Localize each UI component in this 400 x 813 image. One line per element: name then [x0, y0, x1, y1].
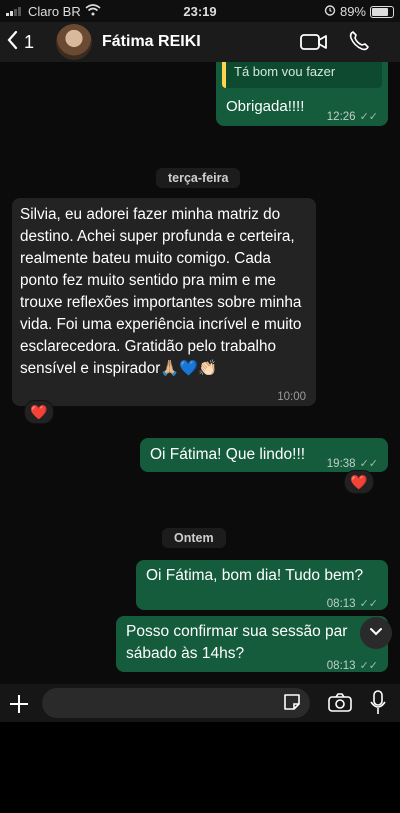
chat-header: 1 Fátima REIKI — [0, 22, 400, 62]
video-call-icon[interactable] — [300, 32, 328, 57]
message-outgoing[interactable]: Posso confirmar sua sessão par sábado às… — [116, 616, 388, 672]
battery-icon — [370, 5, 394, 18]
unread-count: 1 — [24, 32, 35, 52]
message-outgoing[interactable]: Oi Fátima, bom dia! Tudo bem? 08:13 ✓✓ — [136, 560, 388, 610]
contact-name[interactable]: Fátima REIKI — [102, 33, 201, 51]
battery-percent: 89% — [339, 4, 366, 19]
phone-call-icon[interactable] — [348, 30, 370, 57]
message-outgoing[interactable]: Oi Fátima! Que lindo!!! 19:38 ✓✓ — [140, 438, 388, 472]
back-button[interactable]: 1 — [6, 30, 34, 55]
quoted-message[interactable]: Tá bom vou fazer — [222, 62, 382, 88]
day-separator: terça-feira — [156, 168, 241, 188]
message-time: 10:00 — [277, 386, 306, 408]
quoted-text: Tá bom vou fazer — [234, 64, 336, 79]
camera-icon[interactable] — [328, 693, 352, 718]
time-label: 08:13 — [326, 660, 356, 672]
day-separator: Ontem — [162, 528, 226, 548]
read-receipt-icon: ✓✓ — [359, 598, 378, 610]
message-time: 12:26 ✓✓ — [327, 106, 378, 128]
chevron-down-icon — [369, 624, 383, 642]
read-receipt-icon: ✓✓ — [359, 111, 378, 123]
plus-icon[interactable] — [8, 688, 30, 721]
microphone-icon[interactable] — [370, 690, 386, 721]
reaction-heart[interactable]: ❤️ — [24, 400, 54, 424]
status-bar: Claro BR 23:19 89% — [0, 0, 400, 22]
time-label: 10:00 — [277, 391, 306, 403]
chat-area[interactable]: Tá bom vou fazer Obrigada!!!! 12:26 ✓✓ te… — [0, 62, 400, 684]
message-time: 08:13 ✓✓ — [327, 593, 378, 615]
time-label: 19:38 — [326, 458, 356, 470]
message-text: Obrigada!!!! — [226, 98, 305, 115]
bottom-blank-area — [0, 722, 400, 813]
message-outgoing[interactable]: Tá bom vou fazer Obrigada!!!! 12:26 ✓✓ — [216, 62, 388, 126]
chevron-left-icon — [6, 30, 18, 55]
sticker-icon[interactable] — [282, 692, 302, 717]
composer-bar — [0, 684, 400, 722]
message-incoming[interactable]: Silvia, eu adorei fazer minha matriz do … — [12, 198, 316, 406]
message-text: Silvia, eu adorei fazer minha matriz do … — [20, 206, 302, 377]
reaction-heart[interactable]: ❤️ — [344, 470, 374, 494]
message-input[interactable] — [42, 688, 310, 718]
scroll-to-bottom-button[interactable] — [360, 617, 392, 649]
time-label: 08:13 — [326, 598, 356, 610]
message-text: Oi Fátima, bom dia! Tudo bem? — [146, 567, 364, 584]
message-time: 08:13 ✓✓ — [327, 655, 378, 677]
message-text: Oi Fátima! Que lindo!!! — [150, 446, 306, 463]
alarm-icon — [324, 4, 336, 19]
time-label: 12:26 — [326, 111, 356, 123]
avatar[interactable] — [56, 24, 92, 60]
read-receipt-icon: ✓✓ — [359, 660, 378, 672]
read-receipt-icon: ✓✓ — [359, 458, 378, 470]
